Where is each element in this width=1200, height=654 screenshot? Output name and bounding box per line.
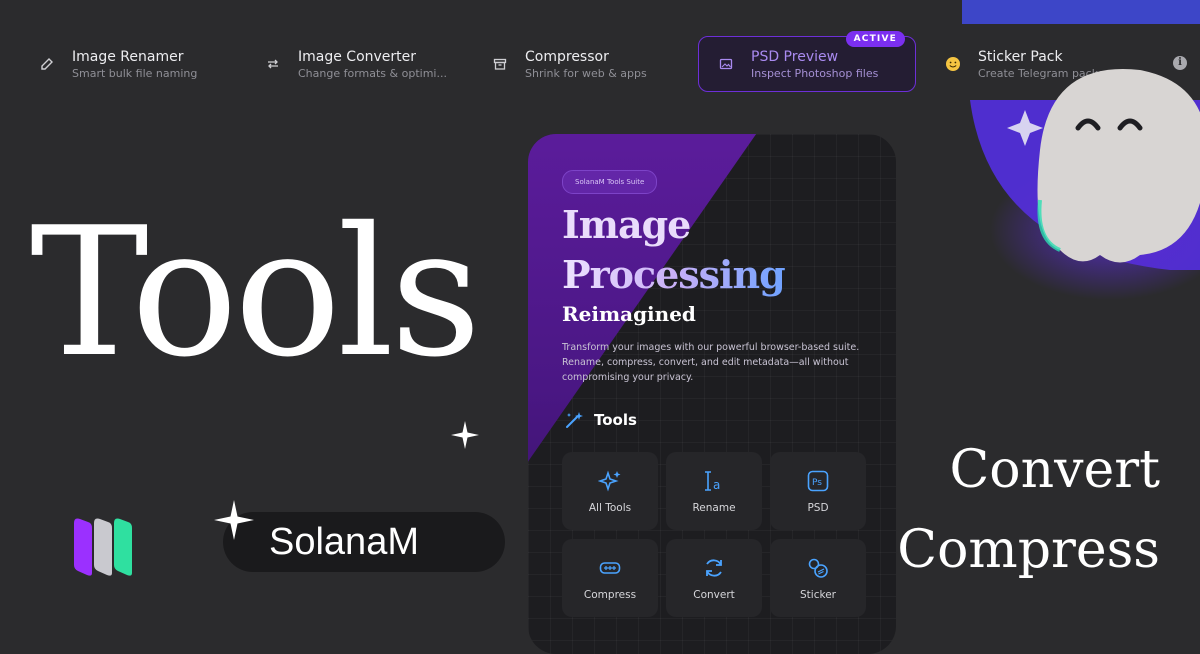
sparkle-icon <box>451 421 479 449</box>
chip-label: SolanaM Tools Suite <box>575 178 645 186</box>
image-icon <box>715 53 737 75</box>
nav-item-title: PSD Preview <box>751 48 839 65</box>
smiley-icon <box>942 53 964 75</box>
nav-item-image-renamer[interactable]: Image Renamer Smart bulk file naming <box>36 36 236 92</box>
nav-item-compressor[interactable]: Compressor Shrink for web & apps <box>489 36 679 92</box>
edit-icon <box>36 53 58 75</box>
tool-tile-sticker[interactable]: Sticker <box>770 539 866 617</box>
nav-item-image-converter[interactable]: Image Converter Change formats & optimi.… <box>262 36 462 92</box>
hero-subtitle: Reimagined <box>562 302 696 326</box>
mascot-illustration <box>970 69 1200 300</box>
refresh-icon <box>706 558 722 577</box>
hero-title-line1: Image <box>562 202 691 247</box>
sticker-icon <box>808 558 828 578</box>
tile-label: PSD <box>807 501 829 514</box>
brand-badge: SolanaM <box>223 512 505 572</box>
compress-icon <box>599 561 621 574</box>
tile-label: Convert <box>693 588 735 601</box>
tagline-convert: Convert <box>949 440 1161 500</box>
tools-heading-label: Tools <box>594 411 637 429</box>
svg-text:a: a <box>713 478 720 492</box>
nav-item-title: Image Renamer <box>72 48 184 65</box>
tool-tile-rename[interactable]: a Rename <box>666 452 762 530</box>
brand-name: SolanaM <box>269 520 419 563</box>
brand-logo <box>74 518 132 576</box>
active-badge: ACTIVE <box>845 31 905 47</box>
nav-item-title: Image Converter <box>298 48 417 65</box>
wand-icon <box>566 412 583 428</box>
sparkle-icon <box>214 500 254 540</box>
tile-label: Sticker <box>800 588 836 601</box>
text-cursor-icon: a <box>705 470 720 492</box>
tile-label: Compress <box>583 588 637 601</box>
svg-text:Ps: Ps <box>812 478 822 488</box>
tools-heading: Tools <box>564 410 637 430</box>
headline: Tools <box>30 189 482 396</box>
tool-tile-convert[interactable]: Convert <box>666 539 762 617</box>
tool-tile-compress[interactable]: Compress <box>562 539 658 617</box>
nav-item-subtitle: Change formats & optimi... <box>298 66 447 80</box>
nav-item-psd-preview[interactable]: ACTIVE PSD Preview Inspect Photoshop fil… <box>698 31 916 92</box>
phone-mockup: SolanaM Tools Suite Image Processing Rei… <box>528 134 896 654</box>
tool-tile-all-tools[interactable]: All Tools <box>562 452 658 530</box>
ps-file-icon: Ps <box>807 470 829 491</box>
hero-description: Transform your images with our powerful … <box>562 342 860 383</box>
hero-title-line2: Processing <box>562 252 786 297</box>
tool-tile-psd[interactable]: Ps PSD <box>770 452 866 530</box>
nav-item-subtitle: Inspect Photoshop files <box>751 66 879 80</box>
nav-item-title: Compressor <box>525 48 609 65</box>
suite-chip[interactable]: SolanaM Tools Suite <box>562 170 658 194</box>
tile-label: All Tools <box>588 501 632 514</box>
tagline-compress: Compress <box>897 520 1160 580</box>
archive-icon <box>489 53 511 75</box>
nav-item-subtitle: Smart bulk file naming <box>72 66 198 80</box>
tile-label: Rename <box>692 501 736 514</box>
nav-item-subtitle: Shrink for web & apps <box>525 66 647 80</box>
swap-arrows-icon <box>262 53 284 75</box>
sparkles-icon <box>598 469 621 492</box>
